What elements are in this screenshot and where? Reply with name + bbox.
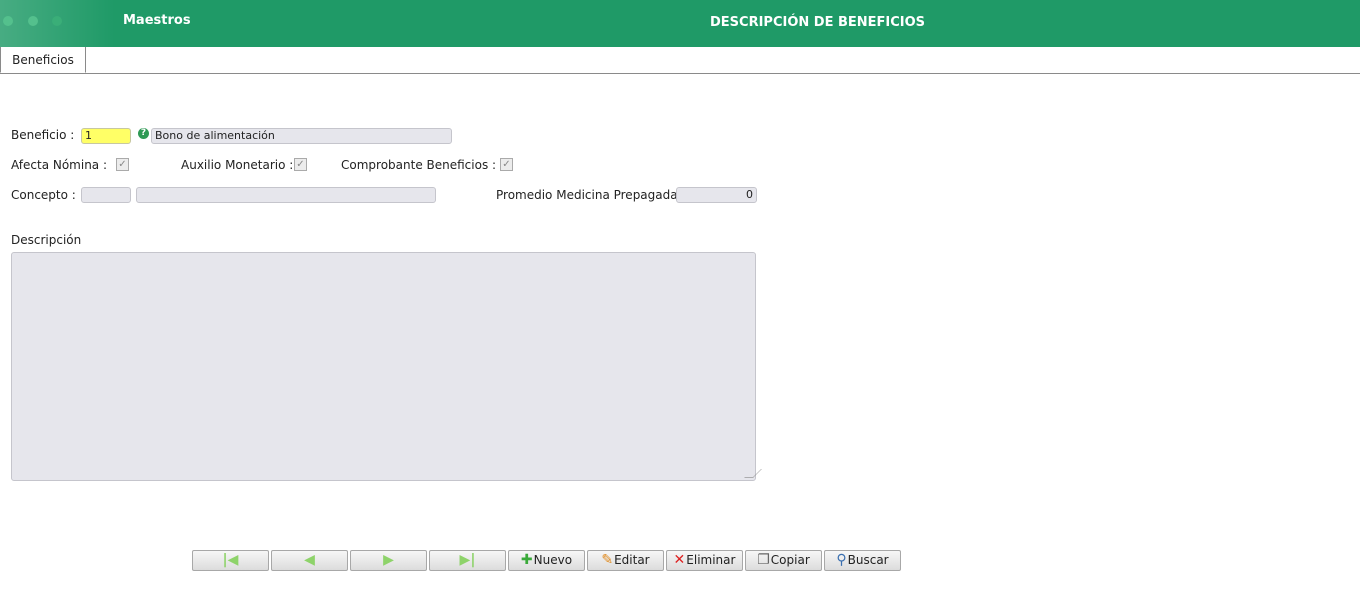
editar-label: Editar bbox=[614, 553, 650, 567]
nuevo-button[interactable]: ✚ Nuevo bbox=[508, 550, 585, 571]
window-dot bbox=[52, 16, 62, 26]
nuevo-label: Nuevo bbox=[533, 553, 573, 567]
comprobante-beneficios-checkbox[interactable]: ✓ bbox=[500, 158, 513, 171]
eliminar-button[interactable]: ✕ Eliminar bbox=[666, 550, 743, 571]
promedio-medicina-input[interactable]: 0 bbox=[676, 187, 757, 203]
last-record-icon: ▶| bbox=[459, 552, 476, 568]
concepto-code-input[interactable] bbox=[81, 187, 131, 203]
first-record-button[interactable]: |◀ bbox=[192, 550, 269, 571]
tab-bar: Beneficios bbox=[0, 47, 1360, 74]
prev-record-button[interactable]: ◀ bbox=[271, 550, 348, 571]
afecta-nomina-label: Afecta Nómina : bbox=[11, 158, 108, 172]
window-dot bbox=[3, 16, 13, 26]
app-title[interactable]: Maestros bbox=[123, 13, 191, 28]
copiar-label: Copiar bbox=[770, 553, 810, 567]
help-icon[interactable]: ? bbox=[138, 128, 149, 139]
buscar-button[interactable]: ⚲ Buscar bbox=[824, 550, 901, 571]
concepto-label: Concepto : bbox=[11, 188, 76, 202]
resize-grip-icon[interactable] bbox=[744, 469, 762, 478]
buscar-label: Buscar bbox=[847, 553, 889, 567]
pencil-icon: ✎ bbox=[601, 552, 614, 568]
window-dot bbox=[28, 16, 38, 26]
first-record-icon: |◀ bbox=[222, 552, 239, 568]
next-record-button[interactable]: ▶ bbox=[350, 550, 427, 571]
auxilio-monetario-checkbox[interactable]: ✓ bbox=[294, 158, 307, 171]
eliminar-label: Eliminar bbox=[686, 553, 736, 567]
promedio-medicina-label: Promedio Medicina Prepagada : bbox=[496, 188, 686, 202]
delete-x-icon: ✕ bbox=[673, 552, 686, 568]
last-record-button[interactable]: ▶| bbox=[429, 550, 506, 571]
editar-button[interactable]: ✎ Editar bbox=[587, 550, 664, 571]
concepto-name-input[interactable] bbox=[136, 187, 436, 203]
tab-beneficios[interactable]: Beneficios bbox=[0, 47, 86, 73]
plus-icon: ✚ bbox=[520, 552, 533, 568]
copy-icon: ❐ bbox=[757, 552, 770, 568]
app-header: Maestros DESCRIPCIÓN DE BENEFICIOS bbox=[0, 0, 1360, 47]
beneficio-label: Beneficio : bbox=[11, 128, 75, 142]
afecta-nomina-checkbox[interactable]: ✓ bbox=[116, 158, 129, 171]
comprobante-beneficios-label: Comprobante Beneficios : bbox=[341, 158, 497, 172]
beneficio-code-input[interactable]: 1 bbox=[81, 128, 131, 144]
next-record-icon: ▶ bbox=[383, 552, 394, 568]
prev-record-icon: ◀ bbox=[304, 552, 315, 568]
descripcion-label: Descripción bbox=[11, 233, 82, 247]
descripcion-textarea[interactable] bbox=[11, 252, 762, 481]
page-title: DESCRIPCIÓN DE BENEFICIOS bbox=[710, 15, 926, 30]
auxilio-monetario-label: Auxilio Monetario : bbox=[181, 158, 294, 172]
copiar-button[interactable]: ❐ Copiar bbox=[745, 550, 822, 571]
beneficio-name-input[interactable]: Bono de alimentación bbox=[151, 128, 452, 144]
search-icon: ⚲ bbox=[836, 552, 847, 568]
